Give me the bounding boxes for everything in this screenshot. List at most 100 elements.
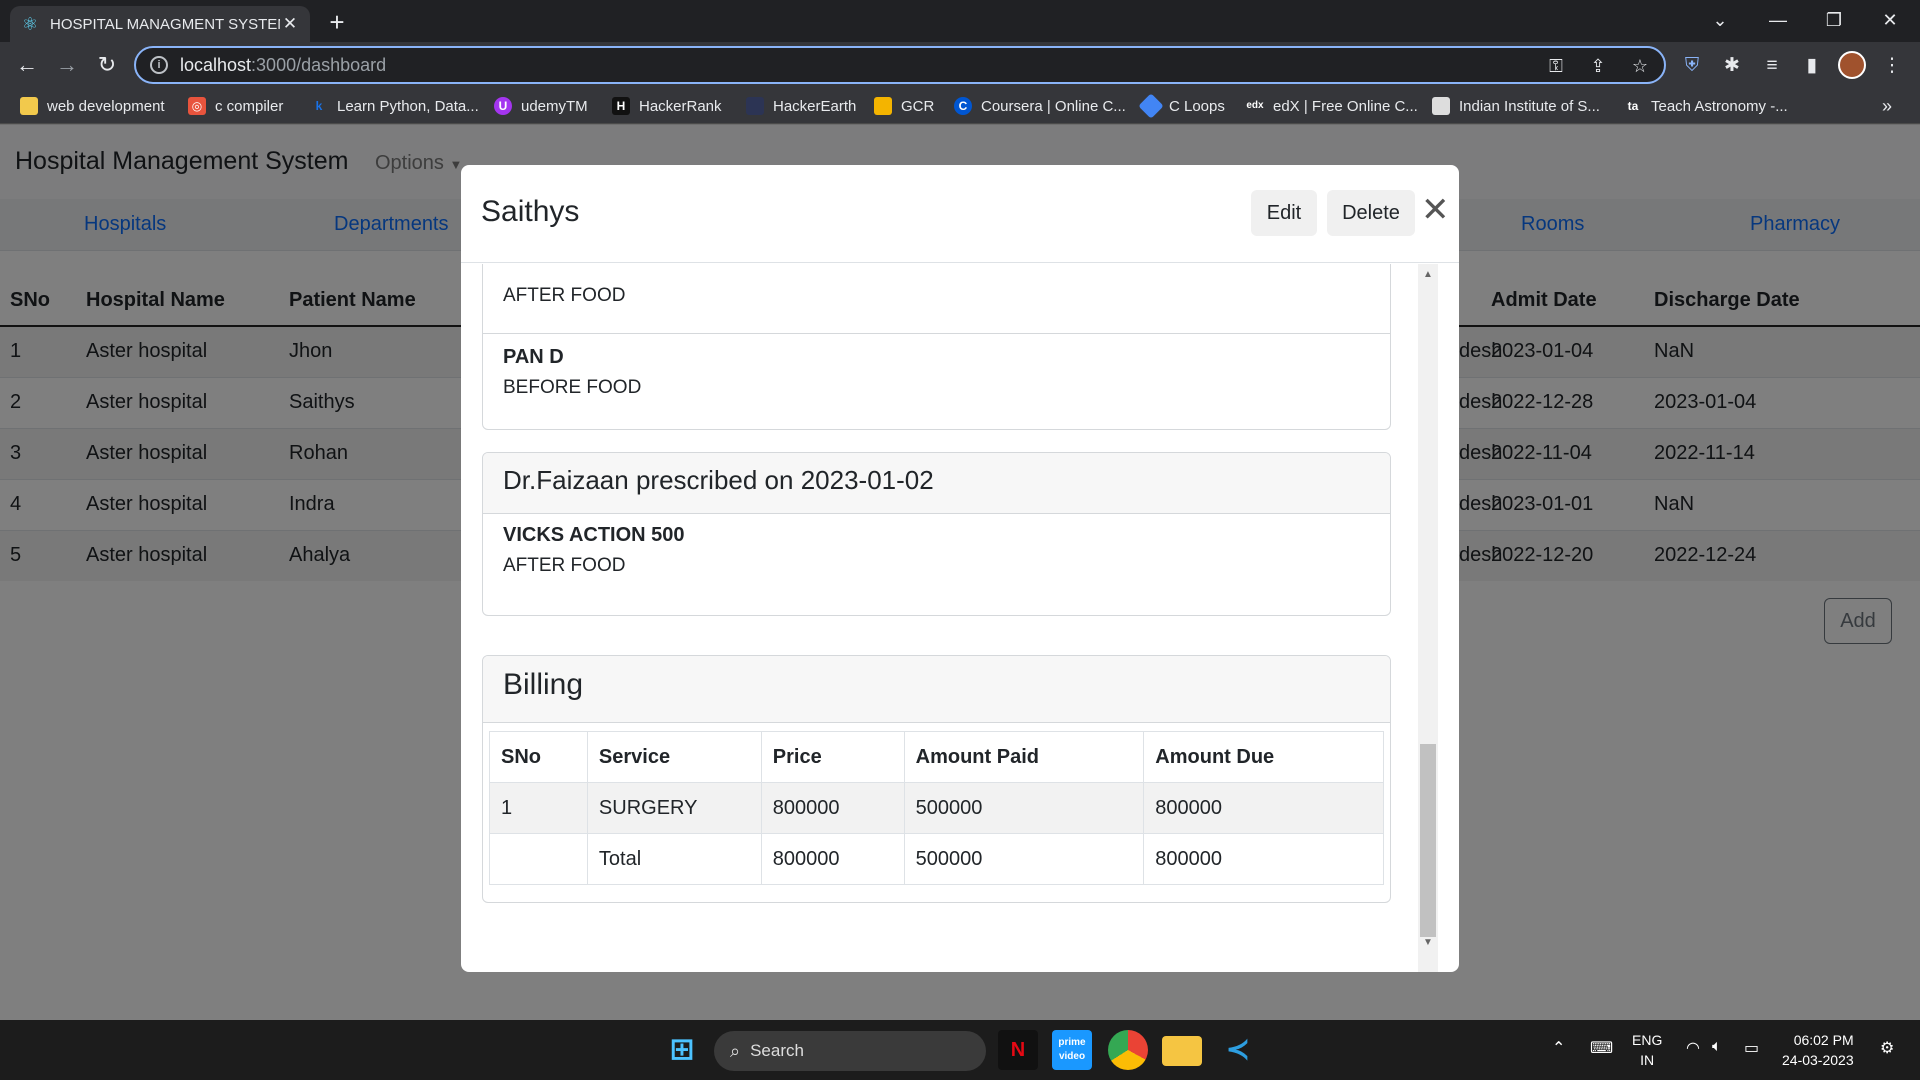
scroll-up-arrow-icon[interactable]: ▲ [1418, 266, 1438, 284]
cell-due: 800000 [1143, 833, 1384, 885]
netflix-icon[interactable]: N [998, 1030, 1038, 1070]
classroom-icon [874, 97, 892, 115]
cell-service: Total [586, 833, 762, 885]
clock-date: 24-03-2023 [1782, 1052, 1854, 1068]
scrollbar-thumb[interactable] [1420, 744, 1436, 937]
bookmark-item[interactable]: HackerEarth [746, 94, 856, 118]
medicine-name: VICKS ACTION 500 [503, 524, 685, 546]
browser-tab[interactable]: ⚛ HOSPITAL MANAGMENT SYSTEM ✕ [10, 6, 310, 42]
bookmark-label: web development [47, 97, 165, 115]
language-indicator[interactable]: ENG IN [1632, 1030, 1662, 1070]
media-queue-icon[interactable]: ≡ [1756, 50, 1788, 82]
restore-button[interactable]: ❐ [1806, 0, 1862, 40]
scroll-down-arrow-icon[interactable]: ▼ [1418, 934, 1438, 952]
prescription-card: AFTER FOOD PAN D BEFORE FOOD [482, 264, 1391, 430]
bookmark-item[interactable]: C Loops [1138, 93, 1225, 119]
hackerearth-icon [746, 97, 764, 115]
cell-service: SURGERY [586, 782, 762, 834]
url-host: localhost [180, 54, 252, 75]
battery-icon[interactable]: ▭ [1744, 1038, 1759, 1058]
bookmark-star-icon[interactable]: ☆ [1626, 52, 1654, 80]
k-icon: k [315, 99, 323, 113]
cell-paid: 500000 [903, 782, 1145, 834]
wifi-icon[interactable]: ◠ [1686, 1038, 1700, 1058]
site-info-icon[interactable]: i [150, 56, 168, 74]
patient-modal: Saithys Edit Delete ✕ AFTER FOOD PAN D B… [461, 165, 1459, 972]
back-icon[interactable]: ← [10, 48, 44, 82]
extensions-puzzle-icon[interactable]: ✱ [1716, 50, 1748, 82]
url-path: :3000/dashboard [251, 54, 387, 75]
cell-due: 800000 [1143, 782, 1384, 834]
bookmark-item[interactable]: GCR [874, 94, 934, 118]
billing-title: Billing [483, 656, 1390, 723]
system-clock[interactable]: 06:02 PM 24-03-2023 [1782, 1030, 1854, 1070]
bookmark-label: C Loops [1169, 97, 1225, 115]
list-item: PAN D BEFORE FOOD [483, 333, 1390, 429]
delete-button[interactable]: Delete [1327, 190, 1415, 236]
iis-icon [1432, 97, 1450, 115]
cell-price: 800000 [760, 782, 905, 834]
bookmark-item[interactable]: H HackerRank [612, 94, 722, 118]
bookmark-label: Learn Python, Data... [337, 97, 479, 115]
medicine-timing: AFTER FOOD [503, 285, 626, 306]
file-explorer-icon[interactable] [1162, 1036, 1202, 1066]
bookmark-item[interactable]: k Learn Python, Data... [310, 94, 479, 118]
address-bar[interactable]: i localhost:3000/dashboard ⚿ ⇪ ☆ [134, 46, 1666, 84]
table-row: Total 800000 500000 800000 [489, 833, 1384, 885]
shield-extension-icon[interactable]: ⛨ [1676, 50, 1708, 82]
medicine-timing: BEFORE FOOD [503, 377, 642, 398]
tab-search-icon[interactable]: ⌄ [1692, 0, 1748, 40]
forward-icon[interactable]: → [50, 48, 84, 82]
volume-icon[interactable]: 🔈︎ [1712, 1038, 1722, 1056]
edit-button[interactable]: Edit [1251, 190, 1317, 236]
show-hidden-icons-chevron-icon[interactable]: ⌃ [1552, 1038, 1565, 1058]
password-key-icon[interactable]: ⚿ [1542, 52, 1570, 80]
side-panel-icon[interactable]: ▮ [1796, 50, 1828, 82]
cell-sno [489, 833, 588, 885]
prime-video-icon[interactable]: prime video [1052, 1030, 1092, 1070]
modal-scrollbar[interactable]: ▲ ▼ [1418, 264, 1438, 972]
clock-time: 06:02 PM [1793, 1032, 1854, 1048]
keyboard-icon[interactable]: ⌨ [1590, 1038, 1613, 1058]
reload-icon[interactable]: ↻ [90, 48, 124, 82]
bookmark-item[interactable]: edx edX | Free Online C... [1246, 94, 1418, 118]
bookmark-label: edX | Free Online C... [1273, 97, 1418, 115]
more-bookmarks-icon[interactable]: » [1882, 94, 1892, 118]
modal-body: AFTER FOOD PAN D BEFORE FOOD Dr.Faizaan … [461, 264, 1459, 972]
profile-avatar[interactable] [1838, 51, 1866, 79]
taskbar-search[interactable]: ⌕ Search [714, 1031, 986, 1071]
close-window-button[interactable]: ✕ [1862, 0, 1918, 40]
bookmark-item[interactable]: UudemyTM [494, 94, 588, 118]
new-tab-button[interactable]: + [322, 8, 352, 38]
close-icon[interactable]: ✕ [1421, 193, 1450, 227]
bookmark-item[interactable]: web development [20, 94, 165, 118]
folder-icon [20, 97, 38, 115]
cell-price: 800000 [760, 833, 905, 885]
bookmark-item[interactable]: C Coursera | Online C... [954, 94, 1126, 118]
vscode-icon[interactable]: ≺ [1218, 1030, 1258, 1070]
browser-toolbar: ← → ↻ i localhost:3000/dashboard ⚿ ⇪ ☆ ⛨… [0, 42, 1920, 88]
bookmark-label: c compiler [215, 97, 284, 115]
minimize-button[interactable]: — [1750, 0, 1806, 40]
bookmark-item[interactable]: ◎ c compiler [188, 94, 283, 118]
notifications-icon[interactable]: ⚙ [1880, 1038, 1894, 1058]
windows-start-icon[interactable]: ⊞ [662, 1030, 702, 1070]
kebab-menu-icon[interactable]: ⋮ [1876, 50, 1908, 82]
col-service: Service [586, 731, 762, 783]
billing-header-row: SNo Service Price Amount Paid Amount Due [489, 731, 1384, 783]
search-label: Search [750, 1041, 804, 1060]
modal-title: Saithys [481, 195, 580, 228]
prescription-card: Dr.Faizaan prescribed on 2023-01-02 VICK… [482, 452, 1391, 616]
hackerrank-icon: H [612, 97, 630, 115]
chrome-icon[interactable] [1108, 1030, 1148, 1070]
col-amount-due: Amount Due [1143, 731, 1384, 783]
close-tab-icon[interactable]: ✕ [280, 14, 300, 34]
share-icon[interactable]: ⇪ [1584, 52, 1612, 80]
modal-header: Saithys Edit Delete ✕ [461, 165, 1459, 263]
taskbar: ⊞ ⌕ Search N prime video ≺ ⌃ ⌨ ENG IN ◠ … [0, 1020, 1920, 1080]
bookmark-label: HackerEarth [773, 97, 857, 115]
language-label: ENG [1632, 1032, 1663, 1048]
bookmark-item[interactable]: ta Teach Astronomy -... [1624, 94, 1788, 118]
billing-card: Billing SNo Service Price Amount Paid Am… [482, 655, 1391, 903]
bookmark-item[interactable]: Indian Institute of S... [1432, 94, 1600, 118]
